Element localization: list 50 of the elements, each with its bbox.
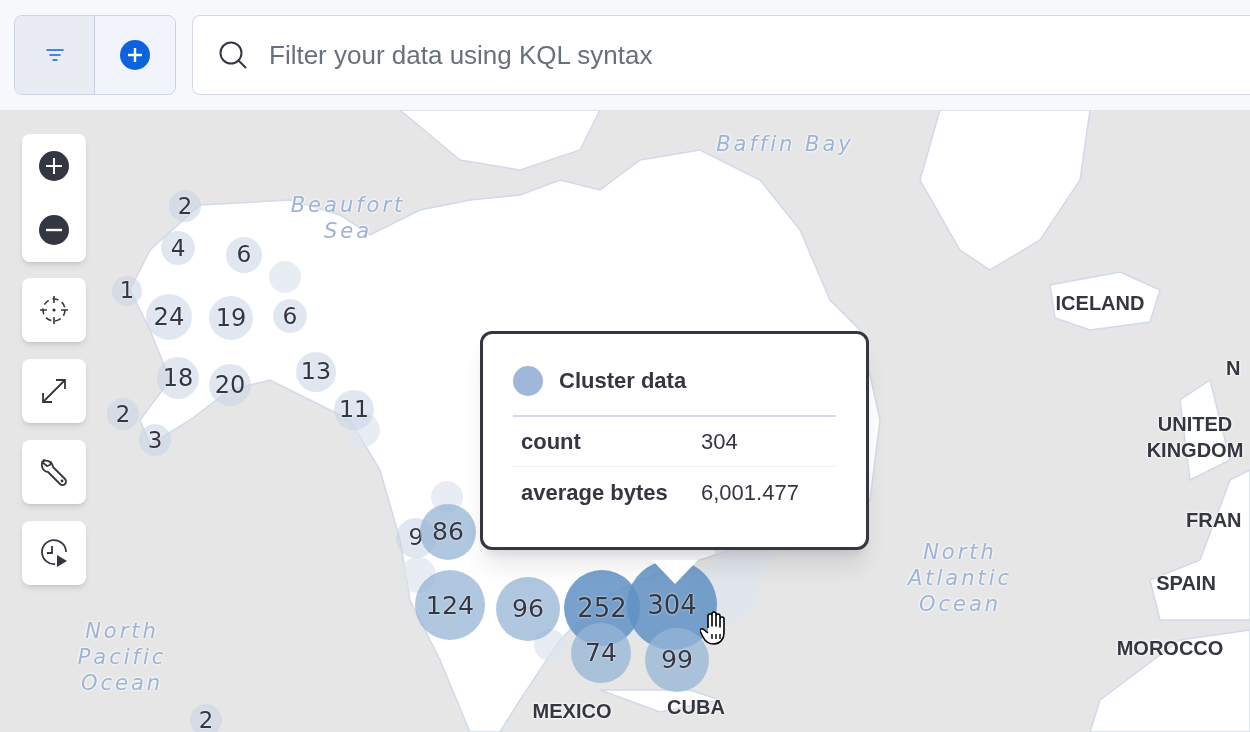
crosshair-icon xyxy=(39,295,69,325)
cluster-marker[interactable]: 18 xyxy=(157,357,199,399)
country-label: CUBA xyxy=(667,695,725,720)
filter-icon xyxy=(44,48,65,62)
cluster-marker[interactable]: 6 xyxy=(273,299,307,333)
tooltip-pointer xyxy=(652,560,698,584)
country-label: MOROCCO xyxy=(1116,636,1224,661)
add-filter-button[interactable] xyxy=(95,16,175,94)
cluster-marker[interactable]: 13 xyxy=(296,352,336,392)
cluster-marker[interactable]: 11 xyxy=(334,390,374,430)
field-name: count xyxy=(521,428,582,456)
tools-button[interactable] xyxy=(22,440,86,504)
cluster-marker[interactable]: 1 xyxy=(112,276,142,306)
cluster-marker[interactable]: 20 xyxy=(209,364,251,406)
water-label: North Atlantic Ocean xyxy=(906,539,1014,617)
country-label: UNITED KINGDOM xyxy=(1145,412,1245,463)
expand-arrows-icon xyxy=(39,376,69,406)
plus-icon xyxy=(119,39,151,71)
cluster-marker[interactable]: 3 xyxy=(139,424,171,456)
country-label: MEXICO xyxy=(532,699,612,724)
clock-play-icon xyxy=(38,537,70,569)
search-icon xyxy=(217,39,249,71)
fullscreen-button[interactable] xyxy=(22,359,86,423)
country-label: N xyxy=(1226,356,1241,381)
water-label: Beaufort Sea xyxy=(289,192,407,244)
search-field[interactable]: Filter your data using KQL syntax xyxy=(269,35,1250,75)
cluster-marker[interactable]: 24 xyxy=(146,294,192,340)
cluster-marker[interactable]: 6 xyxy=(226,237,262,273)
cluster-marker[interactable]: 19 xyxy=(209,296,253,340)
field-name: average bytes xyxy=(521,478,669,507)
country-label: SPAIN xyxy=(1156,571,1216,596)
zoom-in-icon[interactable] xyxy=(39,151,69,181)
search-bar[interactable]: Filter your data using KQL syntax xyxy=(192,15,1250,95)
water-label: North Pacific Ocean xyxy=(76,618,168,696)
wrench-icon xyxy=(38,456,70,488)
country-label: ICELAND xyxy=(1055,291,1145,316)
timeslider-button[interactable] xyxy=(22,521,86,585)
water-label: Baffin Bay xyxy=(715,131,855,157)
cluster-marker[interactable]: 2 xyxy=(107,398,139,430)
cluster-marker[interactable]: 2 xyxy=(169,190,201,222)
cluster-marker[interactable]: 2 xyxy=(190,704,222,732)
field-value: 304 xyxy=(701,428,738,456)
locate-button[interactable] xyxy=(22,278,86,342)
zoom-out-icon[interactable] xyxy=(39,215,69,245)
tooltip-title: Cluster data xyxy=(559,367,687,395)
country-label: FRAN xyxy=(1186,508,1242,533)
field-value: 6,001.477 xyxy=(701,478,799,507)
cluster-marker[interactable]: 4 xyxy=(161,231,195,265)
cluster-marker[interactable]: 74 xyxy=(571,623,631,683)
cluster-marker[interactable]: 99 xyxy=(645,628,709,692)
